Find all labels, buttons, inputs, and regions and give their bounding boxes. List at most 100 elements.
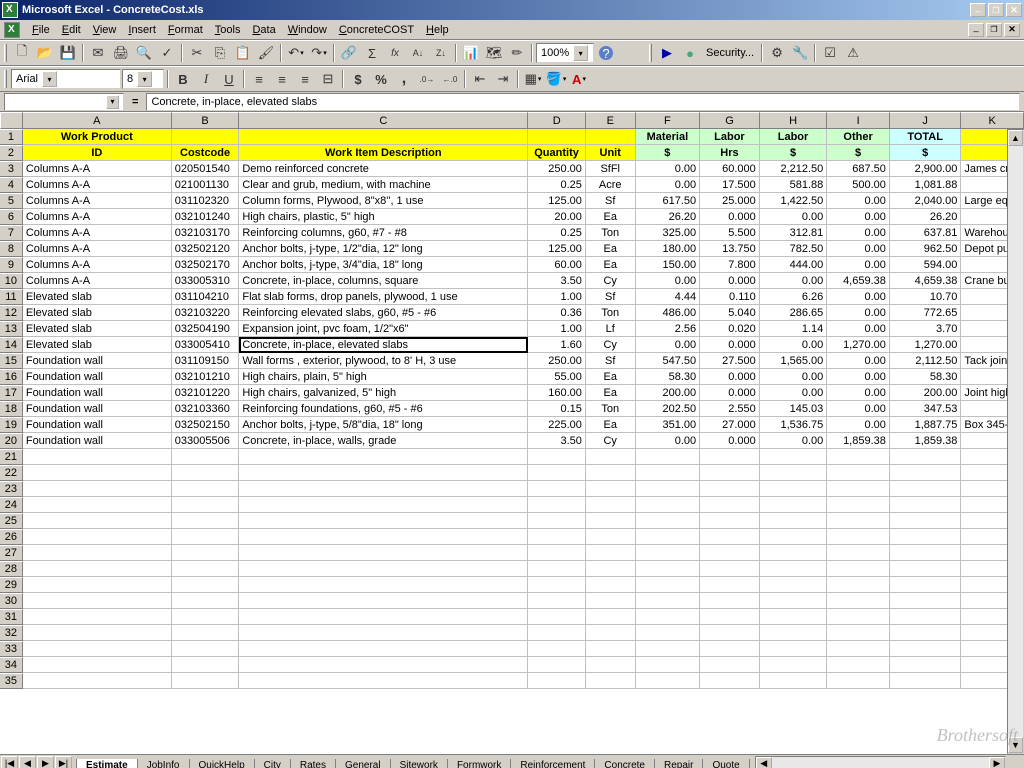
cell[interactable] bbox=[528, 481, 586, 497]
cell[interactable]: Foundation wall bbox=[23, 369, 172, 385]
security-indicator-icon[interactable] bbox=[679, 42, 701, 64]
cell[interactable]: 0.00 bbox=[827, 321, 890, 337]
cell[interactable] bbox=[528, 625, 586, 641]
cell[interactable] bbox=[636, 657, 701, 673]
cell[interactable] bbox=[23, 673, 172, 689]
cell[interactable]: 150.00 bbox=[636, 257, 701, 273]
cell[interactable] bbox=[890, 577, 962, 593]
cell[interactable]: Elevated slab bbox=[23, 289, 172, 305]
cell[interactable] bbox=[890, 673, 962, 689]
cell[interactable] bbox=[890, 529, 962, 545]
sheet-tab-concrete[interactable]: Concrete bbox=[594, 759, 655, 768]
sheet-tab-city[interactable]: City bbox=[254, 759, 291, 768]
cell[interactable] bbox=[760, 545, 828, 561]
menu-insert[interactable]: Insert bbox=[122, 22, 162, 38]
autosum-icon[interactable] bbox=[361, 42, 383, 64]
row-header[interactable]: 18 bbox=[0, 401, 23, 417]
cell[interactable] bbox=[827, 673, 890, 689]
cell[interactable] bbox=[172, 673, 240, 689]
menu-edit[interactable]: Edit bbox=[56, 22, 87, 38]
cell[interactable] bbox=[528, 561, 586, 577]
cell[interactable]: 032103220 bbox=[172, 305, 240, 321]
cell[interactable] bbox=[890, 465, 962, 481]
cell[interactable]: 032101210 bbox=[172, 369, 240, 385]
cell[interactable]: 032103360 bbox=[172, 401, 240, 417]
cell[interactable]: 351.00 bbox=[636, 417, 701, 433]
cell[interactable] bbox=[172, 129, 240, 145]
cell[interactable]: 3.50 bbox=[528, 433, 586, 449]
cell[interactable]: Cy bbox=[586, 337, 636, 353]
cell[interactable]: Ton bbox=[586, 305, 636, 321]
cell[interactable]: Ea bbox=[586, 385, 636, 401]
security-label[interactable]: Security... bbox=[702, 47, 758, 59]
cell[interactable] bbox=[528, 545, 586, 561]
cell[interactable] bbox=[172, 545, 240, 561]
cell[interactable]: Foundation wall bbox=[23, 401, 172, 417]
row-header[interactable]: 29 bbox=[0, 577, 23, 593]
cell[interactable]: Work Item Description bbox=[239, 145, 528, 161]
cell[interactable] bbox=[700, 497, 760, 513]
increase-decimal-icon[interactable] bbox=[416, 68, 438, 90]
restore-button[interactable] bbox=[988, 3, 1004, 17]
cell[interactable]: Columns A-A bbox=[23, 225, 172, 241]
column-header-K[interactable]: K bbox=[961, 112, 1024, 129]
minimize-button[interactable] bbox=[970, 3, 986, 17]
cell[interactable]: Anchor bolts, j-type, 1/2"dia, 12" long bbox=[239, 241, 528, 257]
row-header[interactable]: 14 bbox=[0, 337, 23, 353]
cell[interactable] bbox=[827, 465, 890, 481]
cell[interactable]: 444.00 bbox=[760, 257, 828, 273]
cell[interactable] bbox=[700, 577, 760, 593]
cell[interactable]: 200.00 bbox=[636, 385, 701, 401]
cell[interactable]: Foundation wall bbox=[23, 417, 172, 433]
cell[interactable]: High chairs, plain, 5" high bbox=[239, 369, 528, 385]
cell[interactable]: 0.00 bbox=[636, 273, 701, 289]
cell[interactable]: 0.00 bbox=[760, 385, 828, 401]
column-header-F[interactable]: F bbox=[636, 112, 701, 129]
menu-help[interactable]: Help bbox=[420, 22, 455, 38]
cell[interactable]: Hrs bbox=[700, 145, 760, 161]
cell[interactable]: 286.65 bbox=[760, 305, 828, 321]
cell[interactable]: 1.14 bbox=[760, 321, 828, 337]
cell[interactable]: 60.000 bbox=[700, 161, 760, 177]
cell[interactable] bbox=[827, 529, 890, 545]
cell[interactable]: 17.500 bbox=[700, 177, 760, 193]
new-icon[interactable] bbox=[11, 42, 33, 64]
cell[interactable]: 0.00 bbox=[760, 273, 828, 289]
cell[interactable] bbox=[586, 497, 636, 513]
scroll-up-icon[interactable]: ▲ bbox=[1008, 130, 1023, 146]
menu-format[interactable]: Format bbox=[162, 22, 209, 38]
cell[interactable]: 0.000 bbox=[700, 273, 760, 289]
vb-editor-icon[interactable] bbox=[766, 42, 788, 64]
cell[interactable]: 6.26 bbox=[760, 289, 828, 305]
cell[interactable] bbox=[23, 513, 172, 529]
cell[interactable]: 0.00 bbox=[827, 353, 890, 369]
cell[interactable] bbox=[636, 641, 701, 657]
underline-icon[interactable]: U bbox=[218, 68, 240, 90]
cell[interactable]: Elevated slab bbox=[23, 337, 172, 353]
column-header-C[interactable]: C bbox=[239, 112, 528, 129]
column-header-G[interactable]: G bbox=[700, 112, 760, 129]
horizontal-scrollbar[interactable]: ◀ ▶ bbox=[755, 756, 1006, 768]
cell[interactable] bbox=[172, 641, 240, 657]
scroll-right-icon[interactable]: ▶ bbox=[989, 757, 1005, 768]
row-header[interactable]: 12 bbox=[0, 305, 23, 321]
cell[interactable]: Elevated slab bbox=[23, 305, 172, 321]
cell[interactable]: 202.50 bbox=[636, 401, 701, 417]
cell[interactable]: 2,900.00 bbox=[890, 161, 962, 177]
cell[interactable]: 20.00 bbox=[528, 209, 586, 225]
cell[interactable]: 1,859.38 bbox=[890, 433, 962, 449]
cell[interactable]: 0.00 bbox=[760, 209, 828, 225]
cell[interactable] bbox=[23, 625, 172, 641]
cell[interactable] bbox=[239, 657, 528, 673]
cell[interactable] bbox=[636, 625, 701, 641]
cell[interactable]: 0.00 bbox=[827, 257, 890, 273]
menu-view[interactable]: View bbox=[87, 22, 123, 38]
cell[interactable]: High chairs, plastic, 5" high bbox=[239, 209, 528, 225]
cell[interactable]: 26.20 bbox=[890, 209, 962, 225]
cell[interactable] bbox=[890, 593, 962, 609]
cell[interactable] bbox=[172, 561, 240, 577]
next-sheet-icon[interactable]: ▶ bbox=[37, 756, 54, 768]
cell[interactable] bbox=[23, 657, 172, 673]
doc-restore-button[interactable] bbox=[986, 23, 1002, 37]
cell[interactable] bbox=[700, 609, 760, 625]
